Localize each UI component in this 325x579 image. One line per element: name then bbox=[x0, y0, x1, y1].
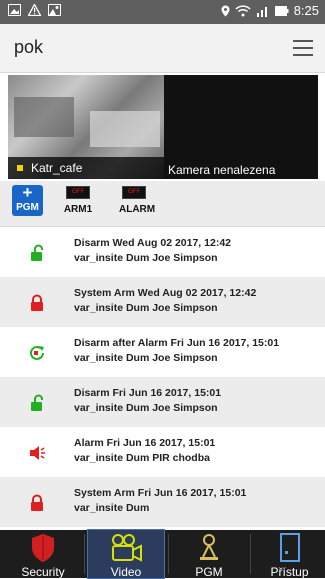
event-detail: var_insite Dum Joe Simpson bbox=[74, 302, 218, 314]
event-title: Disarm Wed Aug 02 2017, 12:42 bbox=[74, 237, 231, 249]
shield-icon bbox=[32, 534, 54, 562]
warning-icon bbox=[28, 4, 41, 16]
siren-icon bbox=[30, 446, 45, 460]
list-item[interactable]: Disarm Fri Jun 16 2017, 15:01 var_insite… bbox=[0, 377, 325, 427]
event-detail: var_insite Dum Joe Simpson bbox=[74, 402, 218, 414]
event-detail: var_insite Dum bbox=[74, 502, 150, 514]
wifi-icon bbox=[235, 4, 251, 16]
battery-icon bbox=[274, 5, 289, 16]
event-title: Disarm after Alarm Fri Jun 16 2017, 15:0… bbox=[74, 337, 280, 349]
event-title: Alarm Fri Jun 16 2017, 15:01 bbox=[74, 437, 216, 449]
list-item[interactable]: Disarm Wed Aug 02 2017, 12:42 var_insite… bbox=[0, 227, 325, 277]
camera-scene-desk bbox=[90, 111, 160, 147]
output-name: ALARM bbox=[119, 204, 156, 215]
tab-pristup[interactable]: Přístup bbox=[254, 530, 325, 579]
tab-divider bbox=[250, 534, 251, 574]
output-alarm[interactable]: OFF ALARM bbox=[119, 186, 156, 215]
tab-video[interactable]: Video bbox=[87, 529, 165, 579]
camera-scene-shelf bbox=[14, 97, 74, 137]
event-list: Disarm Wed Aug 02 2017, 12:42 var_insite… bbox=[0, 227, 325, 529]
disarm-after-alarm-icon bbox=[30, 345, 44, 360]
lock-icon bbox=[31, 494, 43, 511]
add-pgm-label: PGM bbox=[16, 202, 39, 213]
event-detail: var_insite Dum PIR chodba bbox=[74, 452, 210, 464]
event-title: System Arm Fri Jun 16 2017, 15:01 bbox=[74, 487, 247, 499]
system-status: 8:25 bbox=[221, 3, 319, 18]
output-arm1[interactable]: OFF ARM1 bbox=[63, 186, 93, 215]
location-icon bbox=[221, 5, 230, 16]
event-detail: var_insite Dum Joe Simpson bbox=[74, 352, 218, 364]
tab-divider bbox=[168, 534, 169, 574]
event-title: Disarm Fri Jun 16 2017, 15:01 bbox=[74, 387, 222, 399]
tab-label: Security bbox=[21, 565, 65, 579]
event-detail: var_insite Dum Joe Simpson bbox=[74, 252, 218, 264]
tab-label: PGM bbox=[195, 565, 223, 579]
bottom-navigation: Security Video PGM Přístup bbox=[0, 529, 325, 579]
menu-icon[interactable] bbox=[293, 40, 313, 56]
camera-preview-missing[interactable]: Kamera nenalezena bbox=[164, 75, 318, 179]
tab-label: Přístup bbox=[270, 565, 309, 579]
list-item[interactable]: System Arm Fri Jun 16 2017, 15:01 var_in… bbox=[0, 477, 325, 527]
image-icon bbox=[8, 4, 21, 16]
camera-name: Katr_cafe bbox=[31, 161, 83, 175]
camera-preview[interactable]: Katr_cafe bbox=[8, 75, 164, 179]
list-item[interactable]: System Arm Wed Aug 02 2017, 12:42 var_in… bbox=[0, 277, 325, 327]
notification-icons bbox=[8, 4, 61, 16]
tab-label: Video bbox=[110, 565, 142, 579]
list-item[interactable]: Alarm Fri Jun 16 2017, 15:01 var_insite … bbox=[0, 427, 325, 477]
door-icon bbox=[279, 533, 300, 562]
plus-icon: + bbox=[22, 183, 33, 202]
camera-missing-label: Kamera nenalezena bbox=[168, 163, 276, 177]
add-pgm-button[interactable]: + PGM bbox=[12, 183, 43, 216]
video-camera-icon bbox=[112, 534, 142, 562]
gallery-icon bbox=[48, 4, 61, 16]
lock-icon bbox=[31, 294, 43, 311]
status-bar: 8:25 bbox=[0, 0, 325, 24]
page-title: pok bbox=[14, 37, 44, 57]
camera-strip: Katr_cafe Kamera nenalezena bbox=[8, 75, 318, 179]
camera-label: Katr_cafe bbox=[8, 157, 164, 179]
output-state-indicator: OFF bbox=[122, 186, 146, 199]
tab-security[interactable]: Security bbox=[6, 530, 80, 579]
unlock-icon bbox=[31, 394, 43, 411]
clock: 8:25 bbox=[293, 3, 319, 18]
camera-status-indicator bbox=[17, 165, 23, 172]
app-bar: pok bbox=[0, 24, 325, 73]
lamp-icon bbox=[200, 534, 218, 560]
pgm-outputs-bar: + PGM OFF ARM1 OFF ALARM bbox=[0, 181, 325, 227]
event-title: System Arm Wed Aug 02 2017, 12:42 bbox=[74, 287, 257, 299]
output-name: ARM1 bbox=[63, 204, 93, 215]
tab-pgm[interactable]: PGM bbox=[172, 530, 246, 579]
signal-icon bbox=[256, 6, 267, 17]
output-state-indicator: OFF bbox=[66, 186, 90, 199]
list-item[interactable]: Disarm after Alarm Fri Jun 16 2017, 15:0… bbox=[0, 327, 325, 377]
unlock-icon bbox=[31, 244, 43, 261]
tab-divider bbox=[84, 534, 85, 574]
